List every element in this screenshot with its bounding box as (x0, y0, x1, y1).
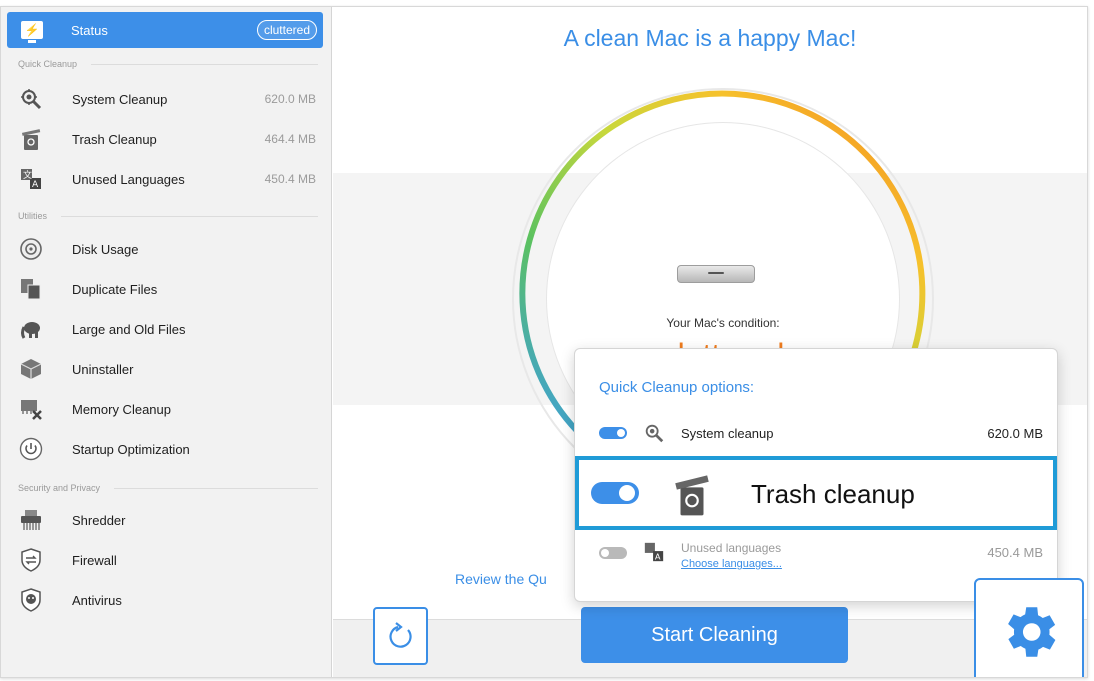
svg-text:A: A (655, 551, 661, 561)
sidebar-item-shredder[interactable]: Shredder (1, 501, 332, 539)
option-label: Trash cleanup (751, 479, 915, 509)
page-title: A clean Mac is a happy Mac! (563, 25, 857, 51)
power-icon (19, 437, 43, 461)
language-icon: 文A (19, 167, 43, 191)
sidebar-item-label: Startup Optimization (72, 441, 190, 457)
toggle-trash-cleanup[interactable] (591, 482, 639, 504)
app-window: ⚡ Status cluttered Quick Cleanup System … (0, 6, 1088, 678)
box-icon (19, 357, 43, 381)
section-title: Quick Cleanup (18, 59, 78, 69)
size-value: 450.4 MB (264, 172, 316, 186)
start-cleaning-button[interactable]: Start Cleaning (581, 607, 848, 663)
sidebar-item-system-cleanup[interactable]: System Cleanup 620.0 MB (1, 80, 332, 118)
sidebar-item-label: System Cleanup (72, 91, 168, 107)
review-link[interactable]: Review the Qu (455, 571, 547, 587)
sidebar-item-firewall[interactable]: Firewall (1, 541, 332, 579)
size-value: 464.4 MB (264, 132, 316, 146)
memory-icon (19, 397, 43, 421)
trash-icon (672, 471, 712, 522)
svg-text:文: 文 (23, 169, 32, 181)
svg-text:A: A (32, 180, 39, 190)
section-header-quick-cleanup: Quick Cleanup (18, 59, 318, 69)
sidebar-item-label: Uninstaller (72, 361, 134, 377)
section-title: Security and Privacy (18, 483, 101, 493)
toggle-unused-languages[interactable] (599, 547, 627, 559)
gear-magnifier-icon (643, 422, 665, 444)
trash-icon (19, 127, 43, 151)
sidebar-item-label: Disk Usage (72, 241, 139, 257)
sidebar-item-label: Shredder (72, 512, 126, 528)
option-size: 620.0 MB (987, 425, 1043, 441)
disk-icon (19, 237, 43, 261)
option-label: Unused languages (681, 541, 782, 555)
sidebar-item-unused-languages[interactable]: 文A Unused Languages 450.4 MB (1, 160, 332, 198)
sidebar-item-label: Unused Languages (72, 171, 185, 187)
toggle-system-cleanup[interactable] (599, 427, 627, 439)
option-system-cleanup: System cleanup 620.0 MB (575, 421, 1057, 445)
duplicate-files-icon (19, 277, 43, 301)
sidebar-item-antivirus[interactable]: Antivirus (1, 581, 332, 619)
status-badge: cluttered (256, 20, 317, 40)
sidebar-item-memory-cleanup[interactable]: Memory Cleanup (1, 390, 332, 428)
sidebar-item-label: Antivirus (72, 592, 122, 608)
sidebar-item-label: Large and Old Files (72, 321, 186, 337)
option-unused-languages: A Unused languages Choose languages... 4… (575, 541, 1057, 581)
settings-button[interactable] (974, 578, 1084, 677)
sidebar-item-label: Trash Cleanup (72, 131, 157, 147)
condition-label: Your Mac's condition: (666, 316, 780, 330)
section-title: Utilities (18, 211, 48, 221)
sidebar-item-trash-cleanup[interactable]: Trash Cleanup 464.4 MB (1, 120, 332, 158)
shredder-icon (19, 508, 43, 532)
sidebar: ⚡ Status cluttered Quick Cleanup System … (1, 7, 332, 677)
sidebar-item-startup-optimization[interactable]: Startup Optimization (1, 430, 332, 468)
sidebar-item-disk-usage[interactable]: Disk Usage (1, 230, 332, 268)
sidebar-item-label: Firewall (72, 552, 117, 568)
option-label: System cleanup (681, 425, 774, 441)
antivirus-icon (19, 588, 43, 612)
sidebar-item-duplicate-files[interactable]: Duplicate Files (1, 270, 332, 308)
section-header-utilities: Utilities (18, 211, 318, 221)
sidebar-item-label: Status (71, 22, 108, 38)
popover-title: Quick Cleanup options: (599, 379, 755, 396)
option-trash-cleanup[interactable]: Trash cleanup (575, 456, 1057, 530)
elephant-icon (19, 317, 43, 341)
sidebar-item-label: Duplicate Files (72, 281, 158, 297)
firewall-icon (19, 548, 43, 572)
sidebar-item-large-old-files[interactable]: Large and Old Files (1, 310, 332, 348)
gear-magnifier-icon (19, 87, 43, 111)
size-value: 620.0 MB (264, 92, 316, 106)
sidebar-item-label: Memory Cleanup (72, 401, 171, 417)
option-size: 450.4 MB (987, 545, 1043, 560)
sidebar-item-status[interactable]: ⚡ Status cluttered (7, 12, 323, 48)
refresh-button[interactable] (373, 607, 428, 665)
mac-mini-icon (677, 265, 755, 283)
language-icon: A (643, 541, 665, 563)
monitor-icon: ⚡ (21, 21, 43, 43)
sidebar-item-uninstaller[interactable]: Uninstaller (1, 350, 332, 388)
refresh-icon (388, 622, 412, 648)
choose-languages-link[interactable]: Choose languages... (681, 558, 782, 570)
section-header-security: Security and Privacy (18, 483, 318, 493)
gear-icon (1008, 607, 1056, 657)
